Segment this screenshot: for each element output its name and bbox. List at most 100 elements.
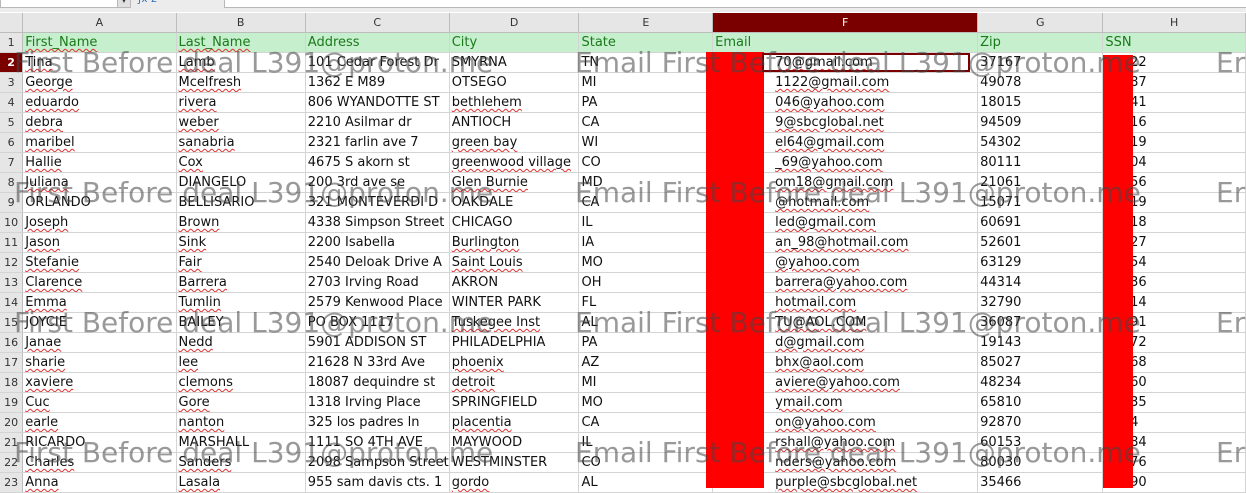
- row-header[interactable]: 5: [0, 112, 24, 133]
- table-cell[interactable]: 2210 Asilmar dr: [305, 112, 450, 133]
- table-cell[interactable]: phoenix: [449, 352, 580, 373]
- row-header[interactable]: 12: [0, 252, 24, 273]
- column-header-e[interactable]: E: [578, 13, 714, 33]
- column-header-h[interactable]: H: [1102, 13, 1246, 33]
- row-header[interactable]: 11: [0, 232, 24, 253]
- chevron-down-icon[interactable]: ▼: [117, 0, 131, 8]
- table-cell[interactable]: earle: [22, 412, 177, 433]
- table-cell[interactable]: 18015: [977, 92, 1104, 113]
- table-cell[interactable]: placentia: [449, 412, 580, 433]
- row-header[interactable]: 7: [0, 152, 24, 173]
- table-cell[interactable]: 806 WYANDOTTE ST: [305, 92, 450, 113]
- row-header[interactable]: 13: [0, 272, 24, 293]
- table-cell[interactable]: 2540 Deloak Drive A: [305, 252, 450, 273]
- table-cell[interactable]: ANTIOCH: [449, 112, 580, 133]
- table-cell[interactable]: CA: [578, 412, 714, 433]
- table-cell[interactable]: Brown: [176, 212, 306, 233]
- table-cell[interactable]: 4675 S akorn st: [305, 152, 450, 173]
- table-cell[interactable]: Cuc: [22, 392, 177, 413]
- table-cell[interactable]: 92870: [977, 412, 1104, 433]
- table-cell[interactable]: bethlehem: [449, 92, 580, 113]
- table-cell[interactable]: Sink: [176, 232, 306, 253]
- name-box[interactable]: [0, 0, 118, 8]
- table-cell[interactable]: MO: [578, 252, 714, 273]
- column-header-a[interactable]: A: [22, 13, 177, 33]
- table-cell[interactable]: debra: [22, 112, 177, 133]
- table-cell[interactable]: MI: [578, 372, 714, 393]
- table-cell[interactable]: 21628 N 33rd Ave: [305, 352, 450, 373]
- table-cell[interactable]: MO: [578, 392, 714, 413]
- row-header[interactable]: 18: [0, 372, 24, 393]
- table-cell[interactable]: clemons: [176, 372, 306, 393]
- table-cell[interactable]: IL: [578, 212, 714, 233]
- table-cell[interactable]: 18087 dequindre st: [305, 372, 450, 393]
- table-cell[interactable]: AL: [578, 472, 714, 493]
- row-header[interactable]: 19: [0, 392, 24, 413]
- table-cell[interactable]: Stefanie: [22, 252, 177, 273]
- row-header[interactable]: 17: [0, 352, 24, 373]
- table-cell[interactable]: 955 sam davis cts. 1: [305, 472, 450, 493]
- table-cell[interactable]: Jason: [22, 232, 177, 253]
- table-cell[interactable]: Burlington: [449, 232, 580, 253]
- table-cell[interactable]: 2200 Isabella: [305, 232, 450, 253]
- table-cell[interactable]: 94509: [977, 112, 1104, 133]
- table-cell[interactable]: 48234: [977, 372, 1104, 393]
- table-cell[interactable]: 52601: [977, 232, 1104, 253]
- table-cell[interactable]: 4338 Simpson Street: [305, 212, 450, 233]
- table-cell[interactable]: greenwood village: [449, 152, 580, 173]
- table-cell[interactable]: rivera: [176, 92, 306, 113]
- table-cell[interactable]: CHICAGO: [449, 212, 580, 233]
- table-cell[interactable]: Cox: [176, 152, 306, 173]
- table-cell[interactable]: Joseph: [22, 212, 177, 233]
- formula-input[interactable]: [224, 0, 1246, 8]
- table-cell[interactable]: Anna: [22, 472, 177, 493]
- table-cell[interactable]: AKRON: [449, 272, 580, 293]
- table-cell[interactable]: Lasala: [176, 472, 306, 493]
- table-cell[interactable]: WI: [578, 132, 714, 153]
- row-header[interactable]: 10: [0, 212, 24, 233]
- table-cell[interactable]: 60691: [977, 212, 1104, 233]
- table-cell[interactable]: Saint Louis: [449, 252, 580, 273]
- select-all-corner[interactable]: [0, 13, 24, 33]
- function-wizard-icon[interactable]: ƒx Σ: [138, 0, 157, 5]
- column-header-c[interactable]: C: [305, 13, 450, 33]
- table-cell[interactable]: 35466: [977, 472, 1104, 493]
- row-header[interactable]: 23: [0, 472, 24, 493]
- table-cell[interactable]: CA: [578, 112, 714, 133]
- table-cell[interactable]: detroit: [449, 372, 580, 393]
- table-cell[interactable]: 2321 farlin ave 7: [305, 132, 450, 153]
- table-cell[interactable]: lee: [176, 352, 306, 373]
- table-cell[interactable]: Fair: [176, 252, 306, 273]
- table-cell[interactable]: SPRINGFIELD: [449, 392, 580, 413]
- table-cell[interactable]: xaviere: [22, 372, 177, 393]
- table-cell[interactable]: 54302: [977, 132, 1104, 153]
- table-cell[interactable]: 2703 Irving Road: [305, 272, 450, 293]
- table-cell[interactable]: 85027: [977, 352, 1104, 373]
- table-cell[interactable]: green bay: [449, 132, 580, 153]
- table-cell[interactable]: AZ: [578, 352, 714, 373]
- table-cell[interactable]: maribel: [22, 132, 177, 153]
- table-cell[interactable]: sanabria: [176, 132, 306, 153]
- table-cell[interactable]: eduardo: [22, 92, 177, 113]
- table-cell[interactable]: 63129: [977, 252, 1104, 273]
- table-cell[interactable]: 65810: [977, 392, 1104, 413]
- table-cell[interactable]: CO: [578, 152, 714, 173]
- table-cell[interactable]: sharie: [22, 352, 177, 373]
- column-header-f[interactable]: F: [712, 13, 979, 33]
- table-cell[interactable]: IA: [578, 232, 714, 253]
- table-cell[interactable]: 1318 Irving Place: [305, 392, 450, 413]
- table-cell[interactable]: gordo: [449, 472, 580, 493]
- table-cell[interactable]: nanton: [176, 412, 306, 433]
- table-cell[interactable]: Hallie: [22, 152, 177, 173]
- column-header-d[interactable]: D: [449, 13, 580, 33]
- table-cell[interactable]: 44314: [977, 272, 1104, 293]
- column-header-g[interactable]: G: [977, 13, 1104, 33]
- table-cell[interactable]: Barrera: [176, 272, 306, 293]
- table-cell[interactable]: OH: [578, 272, 714, 293]
- table-cell[interactable]: 325 los padres ln: [305, 412, 450, 433]
- row-header[interactable]: 4: [0, 92, 24, 113]
- table-cell[interactable]: weber: [176, 112, 306, 133]
- table-cell[interactable]: PA: [578, 92, 714, 113]
- table-cell[interactable]: Gore: [176, 392, 306, 413]
- table-cell[interactable]: Clarence: [22, 272, 177, 293]
